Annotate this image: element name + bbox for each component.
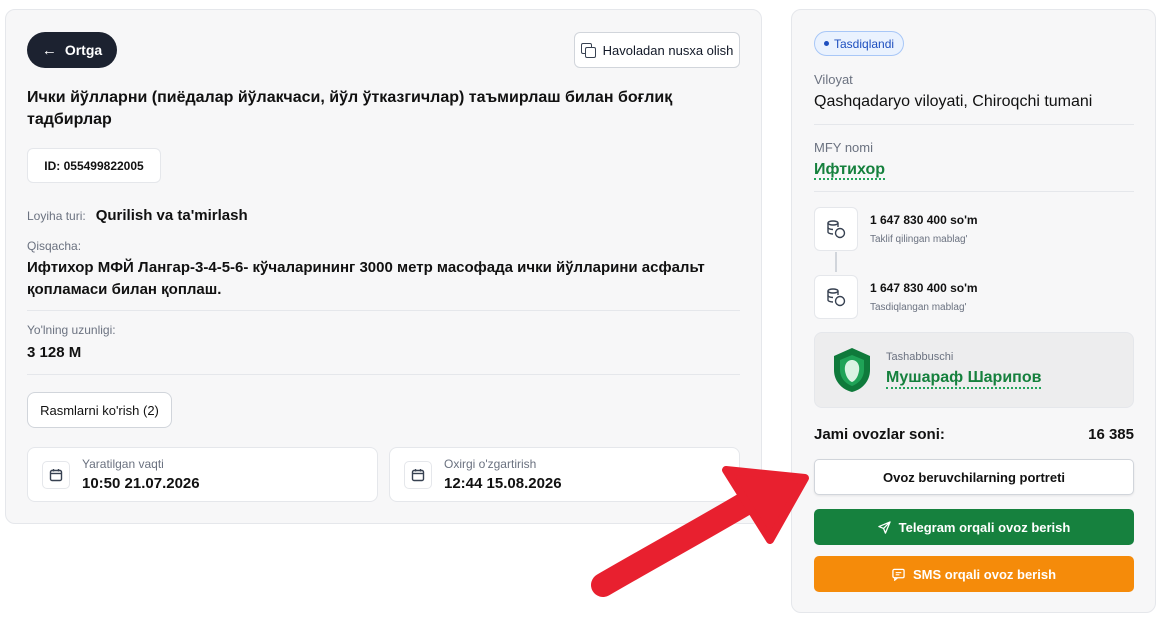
divider [27,310,740,311]
project-type-value: Qurilish va ta'mirlash [95,207,248,224]
proposed-fund-row: 1 647 830 400 so'm Taklif qilingan mabla… [814,207,978,251]
project-details-card: ← Ortga Havoladan nusxa olish Ички йўлла… [5,9,762,524]
copy-link-button[interactable]: Havoladan nusxa olish [574,32,740,68]
modified-date-box: Oxirgi o'zgartirish 12:44 15.08.2026 [389,447,740,502]
sms-vote-label: SMS orqali ovoz berish [912,566,1057,582]
project-id-badge: ID: 055499822005 [27,148,161,183]
divider [814,191,1134,192]
region-label: Viloyat [814,72,853,87]
telegram-vote-label: Telegram orqali ovoz berish [898,519,1071,535]
message-icon [892,568,905,581]
view-photos-button[interactable]: Rasmlarni ko'rish (2) [27,392,172,428]
coins-icon [814,207,858,251]
shield-avatar-icon [830,346,874,394]
project-type-row: Loyiha turi: Qurilish va ta'mirlash [27,207,248,224]
initiator-name-link[interactable]: Мушараф Шарипов [886,369,1042,389]
coins-icon [814,275,858,319]
divider [814,124,1134,125]
divider [27,374,740,375]
back-button[interactable]: ← Ortga [27,32,117,68]
total-votes-label: Jami ovozlar soni: [814,426,945,443]
sms-vote-button[interactable]: SMS orqali ovoz berish [814,556,1134,592]
initiator-label: Tashabbuschi [886,351,954,363]
copy-icon [580,43,596,58]
road-length-label: Yo'lning uzunligi: [27,323,116,337]
calendar-icon [404,460,432,489]
status-badge: Tasdiqlandi [814,31,905,56]
copy-link-label: Havoladan nusxa olish [602,42,734,58]
mfy-link[interactable]: Ифтихор [814,161,886,180]
arrow-left-icon: ← [41,41,57,59]
summary-label: Qisqacha: [27,239,82,253]
modified-label: Oxirgi o'zgartirish [444,457,537,471]
created-date-box: Yaratilgan vaqti 10:50 21.07.2026 [27,447,378,502]
status-dot-icon [824,41,829,46]
send-icon [877,520,891,534]
created-value: 10:50 21.07.2026 [82,475,200,492]
connector-line [835,252,837,272]
status-label: Tasdiqlandi [834,36,895,51]
project-side-panel: Tasdiqlandi Viloyat Qashqadaryo viloyati… [791,9,1156,613]
calendar-icon [42,460,70,489]
created-label: Yaratilgan vaqti [82,457,164,471]
approved-fund-row: 1 647 830 400 so'm Tasdiqlangan mablag' [814,275,978,319]
total-votes-value: 16 385 [1088,426,1134,443]
initiator-card: Tashabbuschi Мушараф Шарипов [814,332,1134,408]
approved-amount: 1 647 830 400 so'm [870,281,978,295]
project-title: Ички йўлларни (пиёдалар йўлакчаси, йўл ў… [27,89,673,128]
total-votes-row: Jami ovozlar soni: 16 385 [814,426,1134,443]
modified-value: 12:44 15.08.2026 [444,475,562,492]
proposed-label: Taklif qilingan mablag' [870,234,968,245]
summary-text: Ифтихор МФЙ Лангар-3-4-5-6- кўчаларининг… [27,259,705,298]
back-button-label: Ortga [64,42,103,58]
mfy-label: MFY nomi [814,140,873,155]
project-type-label: Loyiha turi: [27,209,86,223]
voters-portrait-button[interactable]: Ovoz beruvchilarning portreti [814,459,1134,495]
region-value: Qashqadaryo viloyati, Chiroqchi tumani [814,93,1093,110]
approved-label: Tasdiqlangan mablag' [870,302,967,313]
telegram-vote-button[interactable]: Telegram orqali ovoz berish [814,509,1134,545]
road-length-value: 3 128 М [27,344,82,361]
proposed-amount: 1 647 830 400 so'm [870,213,978,227]
